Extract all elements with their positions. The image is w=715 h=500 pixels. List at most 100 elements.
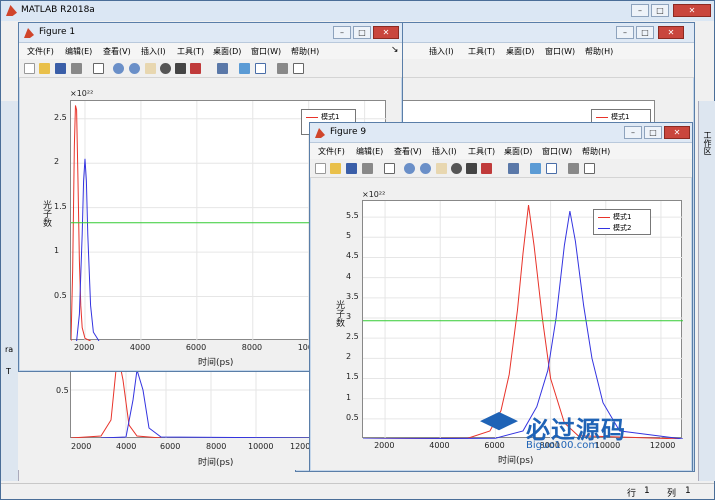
fig1-menu-view[interactable]: 查看(V): [103, 46, 131, 57]
brush-icon[interactable]: [190, 63, 201, 74]
print-icon[interactable]: [71, 63, 82, 74]
fig9-ytick: 3.5: [346, 291, 359, 301]
fig9-menu-help[interactable]: 帮助(H): [582, 146, 610, 157]
link-icon[interactable]: [508, 163, 519, 174]
fig9-toolbar: [310, 159, 692, 178]
main-title: MATLAB R2018a: [21, 5, 95, 15]
brush-icon[interactable]: [481, 163, 492, 174]
bg-xtick-1: 4000: [116, 442, 137, 451]
status-col-label: 列: [667, 489, 677, 499]
fig1-xtick: 2000: [73, 343, 95, 352]
bg-xtick-4: 10000: [248, 442, 274, 451]
watermark: 必过源码 Biguo100.com: [480, 408, 680, 458]
fig9-legend-label-2: 模式2: [613, 224, 632, 232]
zoom-in-icon[interactable]: [404, 163, 415, 174]
fig9-menu-window[interactable]: 窗口(W): [542, 146, 572, 157]
bg-menu-desktop[interactable]: 桌面(D): [506, 46, 534, 57]
zoom-in-icon[interactable]: [113, 63, 124, 74]
select-arrow-icon[interactable]: [384, 163, 395, 174]
bg-menu-window[interactable]: 窗口(W): [545, 46, 575, 57]
fig9-ytick: 0.5: [346, 412, 359, 422]
workspace-tab[interactable]: 工作区: [702, 131, 713, 155]
bg-xtick-3: 8000: [206, 442, 227, 451]
print-icon[interactable]: [362, 163, 373, 174]
fig1-menu-bar: 文件(F) 编辑(E) 查看(V) 插入(I) 工具(T) 桌面(D) 窗口(W…: [19, 43, 402, 59]
fig9-menu-desktop[interactable]: 桌面(D): [504, 146, 532, 157]
fig1-menu-dock-icon[interactable]: ↘: [391, 45, 399, 55]
bg-menu-insert[interactable]: 插入(I): [429, 46, 454, 57]
left-panel: ra T: [1, 101, 19, 481]
fig9-minimize-button[interactable]: –: [624, 126, 642, 139]
fig9-menu-tools[interactable]: 工具(T): [468, 146, 495, 157]
zoom-out-icon[interactable]: [420, 163, 431, 174]
pan-hand-icon[interactable]: [436, 163, 447, 174]
fig9-menu-file[interactable]: 文件(F): [318, 146, 345, 157]
save-icon[interactable]: [346, 163, 357, 174]
legend-icon[interactable]: [546, 163, 557, 174]
fig9-close-button[interactable]: ✕: [664, 126, 690, 139]
open-file-icon[interactable]: [39, 63, 50, 74]
bg-plot-right-frame: 模式1: [400, 100, 655, 123]
fig1-close-button[interactable]: ✕: [373, 26, 399, 39]
show-plot-tools-icon[interactable]: [584, 163, 595, 174]
fig1-menu-window[interactable]: 窗口(W): [251, 46, 281, 57]
fig1-minimize-button[interactable]: –: [333, 26, 351, 39]
fig9-ytick: 1.5: [346, 372, 359, 382]
colorbar-icon[interactable]: [239, 63, 250, 74]
fig1-xtick: 4000: [129, 343, 151, 352]
rotate-icon[interactable]: [451, 163, 462, 174]
open-file-icon[interactable]: [330, 163, 341, 174]
fig9-ytick: 5: [346, 231, 352, 241]
fig1-maximize-button[interactable]: □: [353, 26, 371, 39]
show-plot-tools-icon[interactable]: [293, 63, 304, 74]
hide-plot-tools-icon[interactable]: [277, 63, 288, 74]
bg-minimize-button[interactable]: –: [616, 26, 634, 39]
fig1-xlabel: 时间(ps): [198, 358, 234, 368]
fig1-menu-edit[interactable]: 编辑(E): [65, 46, 92, 57]
fig1-legend-label: 模式1: [321, 113, 340, 121]
fig9-ytick: 5.5: [346, 211, 359, 221]
bg-menu-help[interactable]: 帮助(H): [585, 46, 613, 57]
bg-legend-label: 模式1: [611, 113, 630, 121]
bg-close-button[interactable]: ✕: [658, 26, 684, 39]
fig1-menu-desktop[interactable]: 桌面(D): [213, 46, 241, 57]
status-row-value: 1: [644, 486, 650, 496]
status-row-label: 行: [627, 489, 637, 499]
data-cursor-icon[interactable]: [466, 163, 477, 174]
main-minimize-button[interactable]: –: [631, 4, 649, 17]
fig9-series-0: [363, 204, 683, 439]
main-maximize-button[interactable]: □: [651, 4, 669, 17]
select-arrow-icon[interactable]: [93, 63, 104, 74]
fig9-maximize-button[interactable]: □: [644, 126, 662, 139]
legend-icon[interactable]: [255, 63, 266, 74]
right-panel: 工作区: [698, 101, 715, 481]
fig1-exponent: ×10²²: [70, 89, 94, 98]
save-icon[interactable]: [55, 63, 66, 74]
bg-maximize-button[interactable]: □: [636, 26, 654, 39]
fig1-menu-file[interactable]: 文件(F): [27, 46, 54, 57]
bg-menu-tools[interactable]: 工具(T): [468, 46, 495, 57]
main-close-button[interactable]: ✕: [673, 4, 711, 17]
left-panel-text-2: T: [6, 367, 11, 376]
new-figure-icon[interactable]: [24, 63, 35, 74]
fig9-legend: 模式1 模式2: [593, 209, 651, 235]
colorbar-icon[interactable]: [530, 163, 541, 174]
zoom-out-icon[interactable]: [129, 63, 140, 74]
hide-plot-tools-icon[interactable]: [568, 163, 579, 174]
fig9-xtick: 4000: [429, 441, 450, 450]
link-icon[interactable]: [217, 63, 228, 74]
rotate-icon[interactable]: [160, 63, 171, 74]
pan-hand-icon[interactable]: [145, 63, 156, 74]
fig1-menu-insert[interactable]: 插入(I): [141, 46, 166, 57]
fig9-legend-label-1: 模式1: [613, 213, 632, 221]
data-cursor-icon[interactable]: [175, 63, 186, 74]
fig9-ytick: 4: [346, 271, 352, 281]
fig9-menu-insert[interactable]: 插入(I): [432, 146, 457, 157]
fig1-menu-help[interactable]: 帮助(H): [291, 46, 319, 57]
fig9-menu-view[interactable]: 查看(V): [394, 146, 422, 157]
fig9-ytick: 2.5: [346, 332, 359, 342]
fig9-xtick: 2000: [374, 441, 395, 450]
new-figure-icon[interactable]: [315, 163, 326, 174]
fig1-menu-tools[interactable]: 工具(T): [177, 46, 204, 57]
fig9-menu-edit[interactable]: 编辑(E): [356, 146, 383, 157]
